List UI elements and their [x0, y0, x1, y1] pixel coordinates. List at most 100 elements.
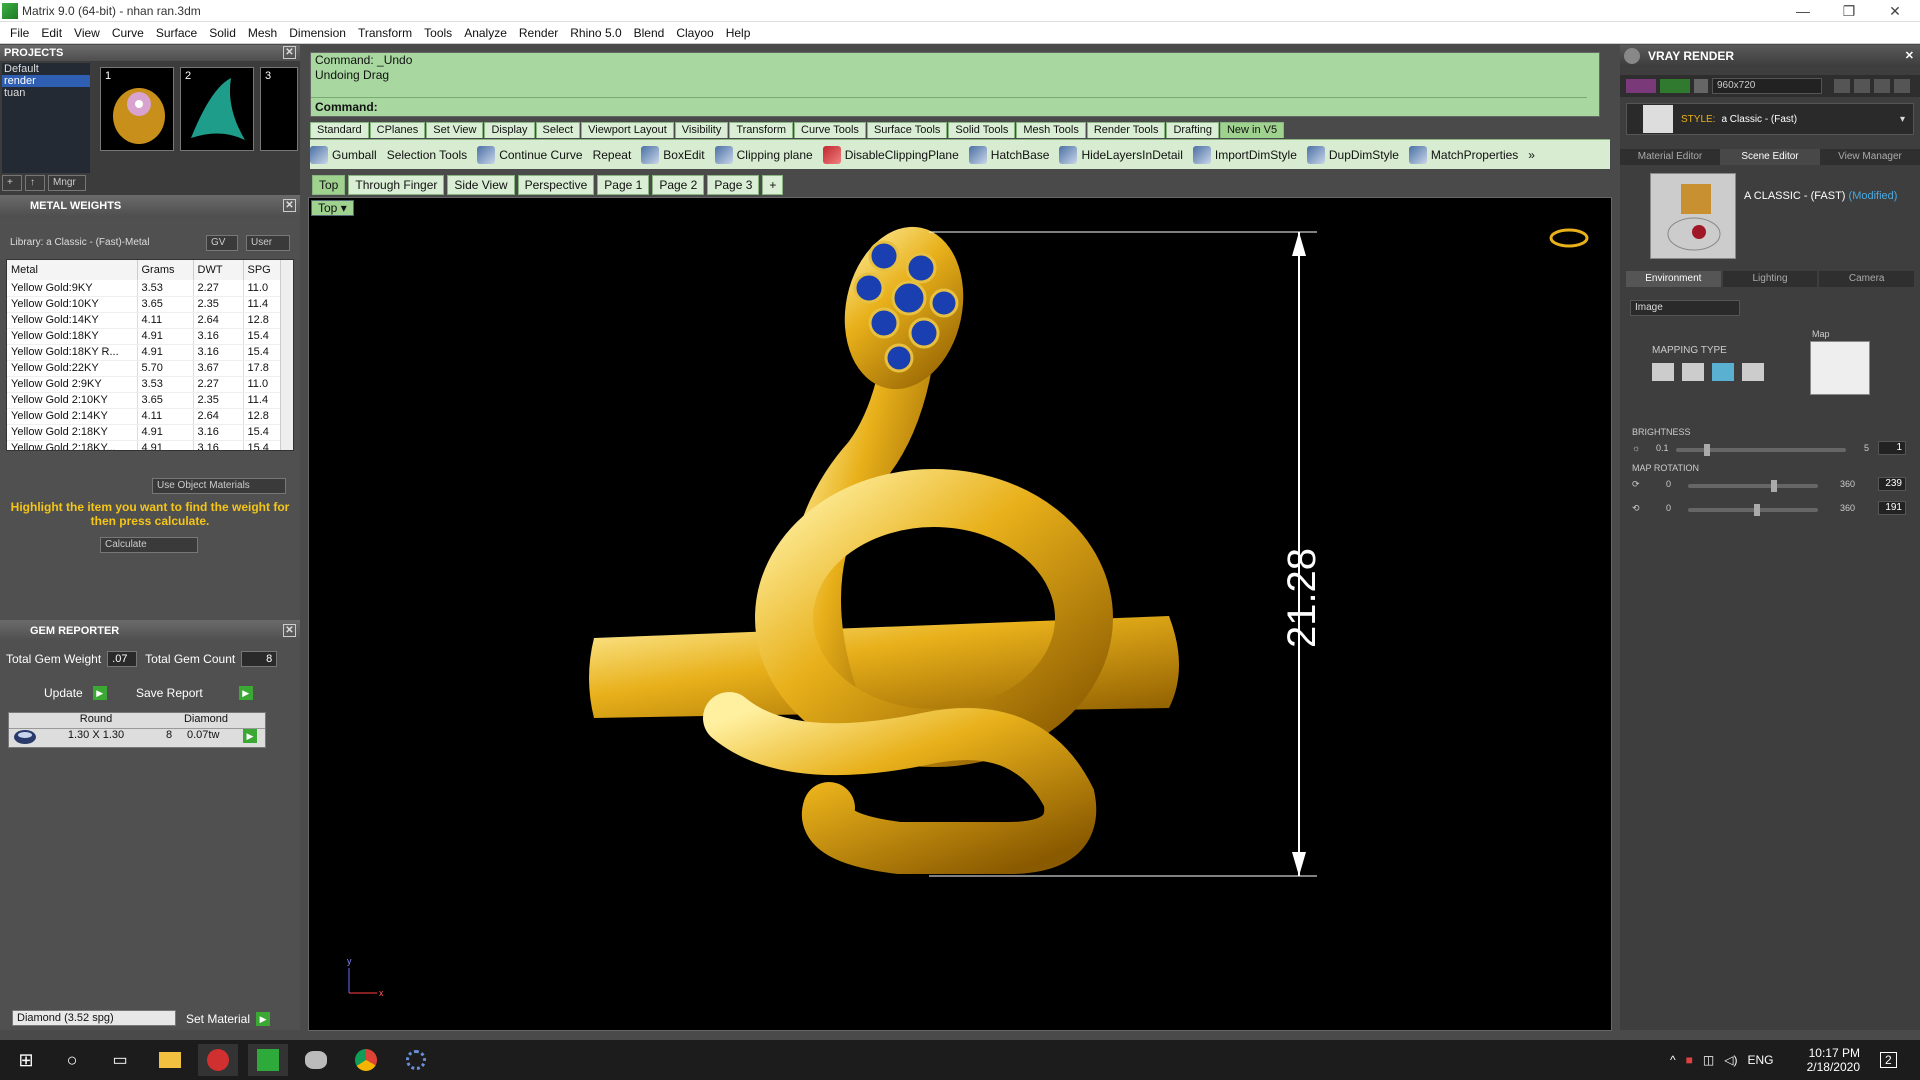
- update-button[interactable]: Update ▶: [44, 684, 107, 702]
- table-row[interactable]: Yellow Gold:14KY 4.11 2.64 12.8: [7, 312, 282, 329]
- tab-camera[interactable]: Camera: [1819, 271, 1915, 287]
- brightness-knob[interactable]: [1703, 444, 1710, 456]
- style-selector[interactable]: STYLE: a Classic - (Fast) ▾: [1626, 103, 1914, 135]
- disable-clipping-plane-button[interactable]: DisableClippingPlane: [822, 145, 959, 164]
- frame-buffer-icon[interactable]: [1854, 79, 1870, 93]
- rotation-v-knob[interactable]: [1753, 504, 1760, 516]
- file-explorer-icon[interactable]: [150, 1044, 190, 1076]
- viewport-top[interactable]: Top ▾ 21.28 y x: [308, 197, 1612, 1031]
- command-prompt[interactable]: Command:: [311, 97, 1587, 115]
- chevron-up-icon[interactable]: ^: [1670, 1053, 1676, 1067]
- interactive-render-icon[interactable]: [1660, 79, 1690, 93]
- menu-curve[interactable]: Curve: [106, 26, 150, 40]
- add-project-button[interactable]: +: [2, 175, 22, 191]
- menu-clayoo[interactable]: Clayoo: [670, 26, 719, 40]
- render-icon[interactable]: [1626, 79, 1656, 93]
- rotation-h-knob[interactable]: [1770, 480, 1777, 492]
- windows-start-icon[interactable]: ⊞: [6, 1044, 46, 1076]
- clock[interactable]: 10:17 PM 2/18/2020: [1800, 1040, 1860, 1080]
- network-app-icon[interactable]: [396, 1044, 436, 1076]
- gem-table[interactable]: Round Diamond 1.30 X 1.30 8 0.07tw ▶: [8, 712, 266, 748]
- dup-dimstyle-button[interactable]: DupDimStyle: [1306, 145, 1399, 164]
- boxedit-button[interactable]: BoxEdit: [641, 145, 705, 164]
- calculate-button[interactable]: Calculate: [100, 537, 198, 553]
- menu-file[interactable]: File: [4, 26, 35, 40]
- antivirus-icon[interactable]: ■: [1686, 1053, 1693, 1067]
- table-row[interactable]: Yellow Gold:18KY R... 4.91 3.16 15.4: [7, 344, 282, 361]
- language-indicator[interactable]: ENG: [1747, 1053, 1773, 1067]
- rotation-h-slider[interactable]: [1688, 480, 1818, 492]
- tab-perspective[interactable]: Perspective: [517, 175, 595, 195]
- manager-button[interactable]: Mngr: [48, 175, 86, 191]
- menu-solid[interactable]: Solid: [203, 26, 242, 40]
- command-area[interactable]: Command: _Undo Undoing Drag Command:: [310, 52, 1600, 117]
- tab-surface-tools[interactable]: Surface Tools: [866, 122, 948, 138]
- viewport-label[interactable]: Top ▾: [311, 200, 354, 216]
- up-project-button[interactable]: ↑: [25, 175, 45, 191]
- close-icon[interactable]: ✕: [283, 624, 296, 637]
- save-report-button[interactable]: Save Report ▶: [136, 684, 253, 702]
- tab-page-3[interactable]: Page 3: [707, 175, 760, 195]
- match-properties-button[interactable]: MatchProperties: [1408, 145, 1518, 164]
- menu-rhino[interactable]: Rhino 5.0: [564, 26, 627, 40]
- project-item-default[interactable]: Default: [2, 63, 90, 75]
- tab-side-view[interactable]: Side View: [447, 175, 515, 195]
- project-thumb-3[interactable]: 3: [260, 67, 298, 151]
- restore-button[interactable]: ❐: [1826, 0, 1872, 22]
- brightness-value[interactable]: 1: [1878, 441, 1906, 455]
- table-row[interactable]: Yellow Gold:10KY 3.65 2.35 11.4: [7, 296, 282, 313]
- table-row[interactable]: Yellow Gold:9KY 3.53 2.27 11.0: [7, 280, 282, 297]
- menu-analyze[interactable]: Analyze: [458, 26, 513, 40]
- metal-table-scrollbar[interactable]: [280, 260, 293, 450]
- rotation-h-value[interactable]: 239: [1878, 477, 1906, 491]
- tab-transform[interactable]: Transform: [729, 122, 794, 138]
- rhino-icon[interactable]: [296, 1044, 336, 1076]
- tab-mesh-tools[interactable]: Mesh Tools: [1016, 122, 1086, 138]
- table-row[interactable]: Yellow Gold 2:14KY 4.11 2.64 12.8: [7, 408, 282, 425]
- task-view-icon[interactable]: ▭: [100, 1044, 140, 1076]
- map-thumbnail[interactable]: [1810, 341, 1870, 395]
- settings-icon[interactable]: [1694, 79, 1708, 93]
- menu-help[interactable]: Help: [720, 26, 757, 40]
- tab-material-editor[interactable]: Material Editor: [1620, 149, 1720, 165]
- tab-through-finger[interactable]: Through Finger: [348, 175, 445, 195]
- table-row[interactable]: Yellow Gold 2:10KY 3.65 2.35 11.4: [7, 392, 282, 409]
- tab-cplanes[interactable]: CPlanes: [369, 122, 426, 138]
- selection-tools-button[interactable]: Selection Tools: [387, 148, 468, 162]
- gem-go-icon[interactable]: ▶: [243, 729, 257, 743]
- menu-edit[interactable]: Edit: [35, 26, 68, 40]
- hide-layers-button[interactable]: HideLayersInDetail: [1059, 145, 1183, 164]
- menu-render[interactable]: Render: [513, 26, 564, 40]
- tab-new-in-v5[interactable]: New in V5: [1219, 122, 1285, 138]
- tab-solid-tools[interactable]: Solid Tools: [948, 122, 1016, 138]
- list-icon[interactable]: [1874, 79, 1890, 93]
- continue-curve-button[interactable]: Continue Curve: [477, 145, 583, 164]
- network-icon[interactable]: ◫: [1703, 1053, 1714, 1067]
- table-row[interactable]: Yellow Gold 2:9KY 3.53 2.27 11.0: [7, 376, 282, 393]
- project-list[interactable]: Default render tuan: [2, 63, 90, 173]
- close-icon[interactable]: ✕: [1905, 49, 1914, 62]
- import-dimstyle-button[interactable]: ImportDimStyle: [1192, 145, 1297, 164]
- project-thumb-1[interactable]: 1: [100, 67, 174, 151]
- matrix-app-icon[interactable]: [248, 1044, 288, 1076]
- minimize-button[interactable]: —: [1780, 0, 1826, 22]
- close-icon[interactable]: ✕: [283, 199, 296, 212]
- table-row[interactable]: Yellow Gold 2:18KY... 4.91 3.16 15.4: [7, 440, 282, 450]
- more-tools-button[interactable]: »: [1528, 148, 1535, 162]
- box-map-icon[interactable]: [1682, 363, 1704, 381]
- col-dwt[interactable]: DWT: [193, 260, 244, 280]
- spherical-map-icon[interactable]: [1712, 363, 1734, 381]
- use-object-materials-checkbox[interactable]: Use Object Materials: [152, 478, 286, 494]
- tab-page-1[interactable]: Page 1: [597, 175, 650, 195]
- project-item-render[interactable]: render: [2, 75, 90, 87]
- table-row[interactable]: Yellow Gold:18KY 4.91 3.16 15.4: [7, 328, 282, 345]
- col-grams[interactable]: Grams: [137, 260, 194, 280]
- chrome-icon[interactable]: [346, 1044, 386, 1076]
- menu-mesh[interactable]: Mesh: [242, 26, 283, 40]
- set-material-button[interactable]: Set Material ▶: [186, 1010, 271, 1028]
- env-type-select[interactable]: Image: [1630, 300, 1740, 316]
- user-button[interactable]: User: [246, 235, 290, 251]
- tab-viewport-layout[interactable]: Viewport Layout: [581, 122, 674, 138]
- planar-map-icon[interactable]: [1652, 363, 1674, 381]
- tab-curve-tools[interactable]: Curve Tools: [794, 122, 866, 138]
